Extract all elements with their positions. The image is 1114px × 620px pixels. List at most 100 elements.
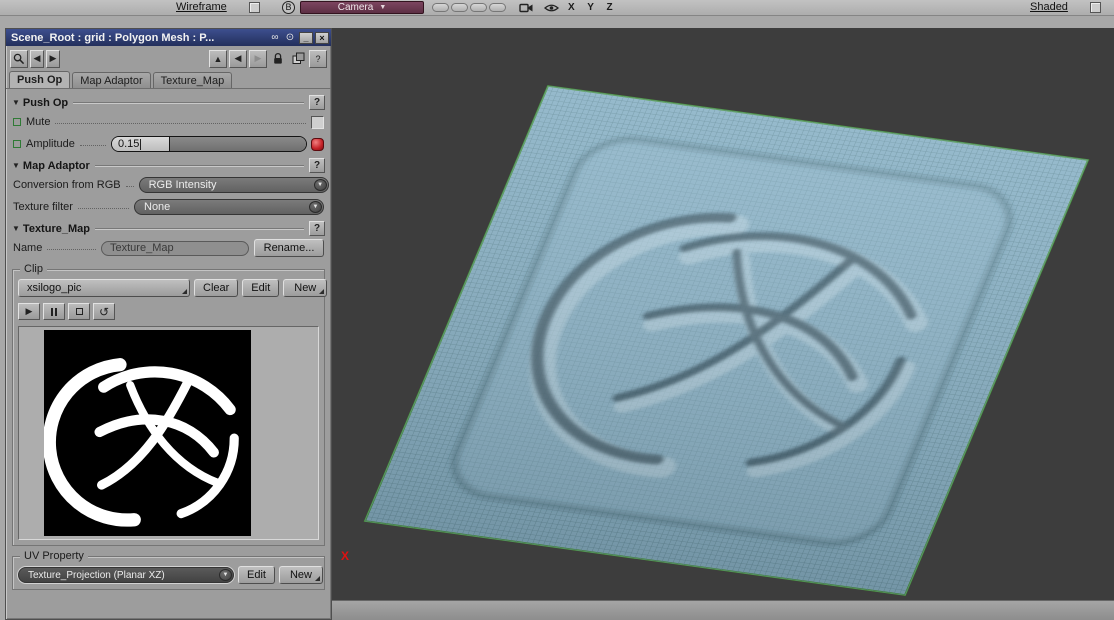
combo-arrow-icon[interactable]: ▼ (309, 201, 322, 213)
page-back-icon: ◀ (234, 53, 242, 63)
clear-button-label: Clear (203, 282, 230, 294)
push-op-help-button[interactable]: ? (309, 95, 325, 110)
amplitude-label: Amplitude (26, 138, 75, 150)
viewport-3d[interactable]: X (332, 28, 1114, 600)
render-pill-button-1[interactable] (432, 3, 449, 12)
page-forward-button[interactable]: ▶ (249, 49, 267, 68)
shaded-menu[interactable]: Shaded (1030, 1, 1068, 13)
nav-up-icon: ▲ (213, 53, 223, 64)
rename-button-label: Rename... (263, 242, 315, 254)
texture-map-help-button[interactable]: ? (309, 221, 325, 236)
panel-toolbar-right: ▲ ◀ ▶ ? (209, 49, 327, 68)
mesh-plane[interactable] (363, 85, 1090, 596)
panel-title-bar[interactable]: Scene_Root : grid : Polygon Mesh : P... … (6, 29, 331, 46)
anim-divot-icon[interactable] (13, 140, 21, 148)
conversion-select[interactable]: RGB Intensity ▼ (138, 177, 329, 193)
rename-button[interactable]: Rename... (254, 239, 324, 257)
collapse-arrow-icon[interactable]: ▼ (12, 161, 20, 170)
eye-icon[interactable] (543, 2, 560, 17)
stop-button[interactable] (68, 303, 90, 320)
uv-edit-button-label: Edit (247, 569, 266, 581)
property-panel: Scene_Root : grid : Polygon Mesh : P... … (5, 28, 332, 620)
clip-value: xsilogo_pic (27, 282, 82, 294)
camera-menu-label: Camera (337, 2, 374, 13)
wireframe-menu[interactable]: Wireframe (176, 1, 227, 13)
section-texture-map-header[interactable]: ▼ Texture_Map ? (12, 220, 325, 237)
panel-help-button[interactable]: ? (309, 49, 327, 68)
tab-texture-map[interactable]: Texture_Map (152, 72, 233, 88)
uv-new-button[interactable]: New (278, 566, 323, 584)
uv-button-row: Texture_Projection (Planar XZ) ▼ Edit Ne… (18, 566, 323, 584)
combo-arrow-icon[interactable]: ▼ (313, 179, 327, 191)
render-region-pill-group (432, 3, 506, 12)
name-input[interactable]: Texture_Map (101, 240, 249, 256)
clip-group-label: Clip (20, 263, 47, 275)
clip-preview-area[interactable] (18, 326, 319, 540)
clear-button[interactable]: Clear (194, 279, 239, 297)
uv-property-group: UV Property Texture_Projection (Planar X… (12, 550, 325, 590)
texture-filter-row: Texture filter None ▼ (12, 196, 325, 218)
explorer-up-button[interactable]: ▲ (209, 49, 227, 68)
minimize-button[interactable]: _ (299, 31, 313, 44)
keyframe-icon[interactable] (311, 137, 324, 151)
nav-forward-button[interactable]: ▶ (46, 49, 60, 68)
display-options-icon[interactable] (249, 2, 260, 13)
texture-filter-select[interactable]: None ▼ (134, 199, 324, 215)
clip-select[interactable]: xsilogo_pic (18, 279, 190, 297)
section-map-adaptor-header[interactable]: ▼ Map Adaptor ? (12, 157, 325, 174)
layers-button[interactable] (289, 50, 307, 68)
mute-checkbox[interactable] (311, 115, 324, 129)
collapse-arrow-icon[interactable]: ▼ (12, 224, 20, 233)
tab-map-adaptor[interactable]: Map Adaptor (72, 72, 151, 88)
render-pill-button-3[interactable] (470, 3, 487, 12)
page-back-button[interactable]: ◀ (229, 49, 247, 68)
edit-button[interactable]: Edit (242, 279, 280, 297)
leader-dots (79, 138, 106, 146)
conversion-label: Conversion from RGB (13, 179, 121, 191)
pause-button[interactable] (43, 303, 65, 320)
amplitude-input[interactable]: 0.15 (112, 137, 170, 151)
collapse-arrow-icon[interactable]: ▼ (12, 98, 20, 107)
axis-letters[interactable]: X Y Z (568, 2, 618, 13)
refresh-button[interactable]: ↺ (93, 303, 115, 320)
amplitude-value: 0.15 (118, 138, 140, 150)
panel-title: Scene_Root : grid : Polygon Mesh : P... (11, 31, 215, 44)
tab-push-op[interactable]: Push Op (9, 71, 71, 88)
section-push-op-header[interactable]: ▼ Push Op ? (12, 94, 325, 111)
close-button[interactable]: × (315, 31, 329, 44)
text-cursor (140, 138, 142, 150)
pause-icon (51, 307, 57, 316)
panel-toolbar: ◀ ▶ ▲ ◀ ▶ ? (6, 46, 331, 71)
section-map-adaptor-title: Map Adaptor (22, 159, 90, 172)
render-pill-button-2[interactable] (451, 3, 468, 12)
focus-icon[interactable]: ⊙ (283, 31, 297, 44)
uv-edit-button[interactable]: Edit (238, 566, 275, 584)
clip-image (42, 330, 251, 536)
clip-button-row: xsilogo_pic Clear Edit New (18, 279, 328, 297)
play-button[interactable]: ▶ (18, 303, 40, 320)
shaded-options-icon[interactable] (1090, 2, 1101, 13)
link-icon[interactable]: ∞ (268, 31, 282, 44)
name-label: Name (13, 242, 43, 254)
render-pill-button-4[interactable] (489, 3, 506, 12)
video-camera-icon[interactable] (519, 2, 534, 17)
mute-row: Mute (12, 111, 325, 133)
combo-arrow-icon[interactable]: ▼ (219, 569, 232, 581)
menu-corner-triangle (319, 289, 325, 294)
map-adaptor-help-button[interactable]: ? (309, 158, 325, 173)
section-push-op-title: Push Op (22, 96, 69, 109)
amplitude-slider[interactable] (170, 137, 306, 151)
nav-left-icon: ◀ (33, 53, 41, 63)
anim-divot-icon[interactable] (13, 118, 21, 126)
pick-session-button[interactable] (10, 49, 28, 68)
viewport-bottom-bar[interactable] (332, 600, 1114, 620)
viewport-letter-badge[interactable]: B (282, 1, 295, 14)
uv-projection-select[interactable]: Texture_Projection (Planar XZ) ▼ (18, 567, 234, 583)
chevron-down-icon: ▼ (379, 4, 387, 11)
layers-icon (292, 52, 304, 64)
camera-menu[interactable]: Camera ▼ (300, 1, 424, 14)
lock-button[interactable] (269, 50, 287, 68)
new-button[interactable]: New (283, 279, 328, 297)
nav-back-button[interactable]: ◀ (30, 49, 44, 68)
leader-dots (77, 201, 129, 209)
